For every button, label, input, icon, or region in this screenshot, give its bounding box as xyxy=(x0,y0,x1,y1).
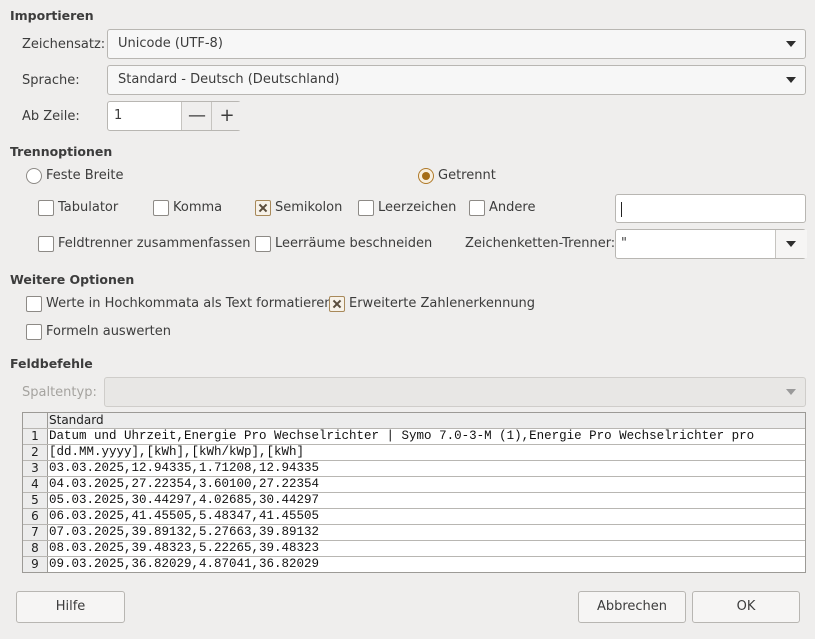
chevron-down-icon xyxy=(786,241,796,247)
row-number: 1 xyxy=(23,429,48,444)
section-fields-title: Feldbefehle xyxy=(10,356,93,371)
language-label: Sprache: xyxy=(22,73,80,88)
space-checkbox[interactable] xyxy=(358,200,374,216)
from-row-label: Ab Zeile: xyxy=(22,109,80,124)
row-text: 09.03.2025,36.82029,4.87041,36.82029 xyxy=(49,557,320,571)
string-delimiter-label: Zeichenketten-Trenner: xyxy=(465,236,616,251)
row-text: [dd.MM.yyyy],[kWh],[kWh/kWp],[kWh] xyxy=(49,445,305,459)
increment-button[interactable]: + xyxy=(211,102,242,130)
radio-fixed-width[interactable] xyxy=(26,168,42,184)
evaluate-formulas-checkbox[interactable] xyxy=(26,324,42,340)
text-cursor xyxy=(621,202,622,217)
row-text: 04.03.2025,27.22354,3.60100,27.22354 xyxy=(49,477,320,491)
charset-dropdown[interactable]: Unicode (UTF-8) xyxy=(107,29,806,59)
comma-checkbox[interactable] xyxy=(153,200,169,216)
row-text: Datum und Uhrzeit,Energie Pro Wechselric… xyxy=(49,429,755,443)
chevron-down-icon xyxy=(786,41,796,47)
row-number: 4 xyxy=(23,477,48,492)
string-delimiter-dropdown-button[interactable] xyxy=(775,230,807,258)
table-row: 9 09.03.2025,36.82029,4.87041,36.82029 xyxy=(23,557,805,572)
row-text: 06.03.2025,41.45505,5.48347,41.45505 xyxy=(49,509,320,523)
fixed-width-label: Feste Breite xyxy=(46,168,124,183)
cancel-button[interactable]: Abbrechen xyxy=(578,591,686,623)
row-text: 03.03.2025,12.94335,1.71208,12.94335 xyxy=(49,461,320,475)
merge-delimiters-label: Feldtrenner zusammenfassen xyxy=(58,236,251,251)
language-value: Standard - Deutsch (Deutschland) xyxy=(118,72,340,87)
section-other-options-title: Weitere Optionen xyxy=(10,272,135,287)
section-import-title: Importieren xyxy=(10,8,94,23)
quoted-as-text-checkbox[interactable] xyxy=(26,296,42,312)
decrement-button[interactable]: — xyxy=(181,102,212,130)
row-number: 7 xyxy=(23,525,48,540)
detect-special-numbers-label: Erweiterte Zahlenerkennung xyxy=(349,296,536,311)
separated-label: Getrennt xyxy=(438,168,496,183)
row-number: 5 xyxy=(23,493,48,508)
row-number: 9 xyxy=(23,557,48,572)
merge-delimiters-checkbox[interactable] xyxy=(38,236,54,252)
help-button[interactable]: Hilfe xyxy=(16,591,125,623)
radio-separated[interactable] xyxy=(418,168,434,184)
detect-special-numbers-checkbox[interactable] xyxy=(329,296,345,312)
trim-spaces-checkbox[interactable] xyxy=(255,236,271,252)
chevron-down-icon xyxy=(786,77,796,83)
table-row: 2 [dd.MM.yyyy],[kWh],[kWh/kWp],[kWh] xyxy=(23,445,805,461)
table-row: 4 04.03.2025,27.22354,3.60100,27.22354 xyxy=(23,477,805,493)
column-header[interactable]: Standard xyxy=(48,413,805,428)
column-type-dropdown[interactable] xyxy=(104,377,806,407)
row-number: 6 xyxy=(23,509,48,524)
space-label: Leerzeichen xyxy=(378,200,457,215)
preview-header-row: Standard xyxy=(23,413,805,429)
row-text: 08.03.2025,39.48323,5.22265,39.48323 xyxy=(49,541,320,555)
row-text: 05.03.2025,30.44297,4.02685,30.44297 xyxy=(49,493,320,507)
column-type-label: Spaltentyp: xyxy=(22,385,97,400)
semicolon-checkbox[interactable] xyxy=(255,200,271,216)
section-separator-title: Trennoptionen xyxy=(10,144,113,159)
string-delimiter-combo[interactable]: " xyxy=(615,229,807,259)
tab-label: Tabulator xyxy=(58,200,119,215)
chevron-down-icon xyxy=(786,389,796,395)
from-row-spinner[interactable]: 1 — + xyxy=(107,101,242,131)
other-label: Andere xyxy=(489,200,536,215)
ok-button[interactable]: OK xyxy=(692,591,800,623)
other-separator-input[interactable] xyxy=(615,194,806,223)
trim-spaces-label: Leerräume beschneiden xyxy=(275,236,433,251)
corner-cell xyxy=(23,413,48,428)
preview-grid[interactable]: Standard 1 Datum und Uhrzeit,Energie Pro… xyxy=(22,412,806,573)
row-number: 2 xyxy=(23,445,48,460)
quoted-as-text-label: Werte in Hochkommata als Text formatiere… xyxy=(46,296,333,311)
other-checkbox[interactable] xyxy=(469,200,485,216)
table-row: 3 03.03.2025,12.94335,1.71208,12.94335 xyxy=(23,461,805,477)
string-delimiter-value[interactable]: " xyxy=(621,230,627,258)
from-row-input[interactable]: 1 xyxy=(114,102,122,130)
charset-value: Unicode (UTF-8) xyxy=(118,36,223,51)
table-row: 7 07.03.2025,39.89132,5.27663,39.89132 xyxy=(23,525,805,541)
table-row: 5 05.03.2025,30.44297,4.02685,30.44297 xyxy=(23,493,805,509)
row-text: 07.03.2025,39.89132,5.27663,39.89132 xyxy=(49,525,320,539)
table-row: 6 06.03.2025,41.45505,5.48347,41.45505 xyxy=(23,509,805,525)
row-number: 3 xyxy=(23,461,48,476)
row-number: 8 xyxy=(23,541,48,556)
table-row: 1 Datum und Uhrzeit,Energie Pro Wechselr… xyxy=(23,429,805,445)
evaluate-formulas-label: Formeln auswerten xyxy=(46,324,172,339)
charset-label: Zeichensatz: xyxy=(22,37,106,52)
language-dropdown[interactable]: Standard - Deutsch (Deutschland) xyxy=(107,65,806,95)
semicolon-label: Semikolon xyxy=(275,200,343,215)
tab-checkbox[interactable] xyxy=(38,200,54,216)
table-row: 8 08.03.2025,39.48323,5.22265,39.48323 xyxy=(23,541,805,557)
comma-label: Komma xyxy=(173,200,223,215)
